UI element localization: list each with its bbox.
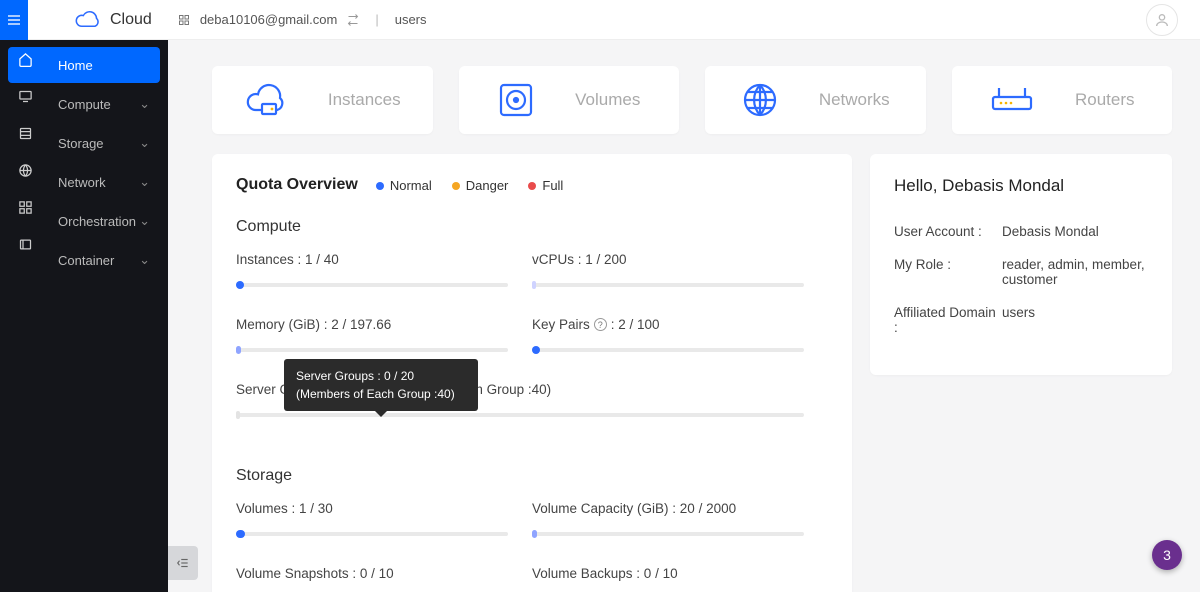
legend-normal: Normal	[376, 178, 432, 193]
info-user-account: User Account :Debasis Mondal	[894, 224, 1148, 239]
section-compute-title: Compute	[236, 218, 828, 236]
breadcrumb-scope: users	[395, 12, 427, 27]
section-storage-title: Storage	[236, 467, 828, 485]
card-label: Routers	[1075, 90, 1135, 110]
quota-overview-panel: Quota Overview Normal Danger Full Comput…	[212, 154, 852, 592]
collapse-icon	[176, 556, 190, 570]
chevron-down-icon: ⌄	[139, 252, 150, 268]
user-avatar-button[interactable]	[1146, 4, 1178, 36]
globe-icon	[741, 81, 779, 119]
card-label: Volumes	[575, 90, 640, 110]
card-routers[interactable]: Routers	[952, 66, 1173, 134]
router-icon	[989, 85, 1035, 115]
sidebar-collapse-button[interactable]	[168, 546, 198, 580]
notification-fab[interactable]: 3	[1152, 540, 1182, 570]
user-icon	[1154, 12, 1170, 28]
greeting: Hello, Debasis Mondal	[894, 176, 1148, 196]
sidebar-item-compute[interactable]: Compute ⌄	[8, 86, 160, 122]
chevron-down-icon: ⌄	[139, 96, 150, 112]
card-volumes[interactable]: Volumes	[459, 66, 680, 134]
breadcrumb-separator: |	[375, 12, 378, 27]
apps-icon	[178, 14, 190, 26]
chevron-down-icon: ⌄	[139, 174, 150, 190]
quota-memory: Memory (GiB) : 2 / 197.66 Server Groups …	[236, 317, 532, 352]
card-label: Networks	[819, 90, 890, 110]
sidebar-item-label: Container	[58, 253, 114, 268]
main-content: Instances Volumes Networks Routers Quota…	[168, 40, 1200, 592]
quota-legend: Normal Danger Full	[376, 178, 564, 193]
cloud-instance-icon	[244, 82, 288, 118]
quota-title: Quota Overview	[236, 176, 358, 194]
cloud-logo-icon	[74, 10, 102, 30]
sidebar: Home Compute ⌄ Storage ⌄ Network ⌄ Orche…	[0, 40, 168, 592]
swap-icon[interactable]	[347, 14, 359, 26]
sidebar-item-label: Compute	[58, 97, 111, 112]
quota-volumes: Volumes : 1 / 30	[236, 501, 532, 536]
menu-toggle-button[interactable]	[0, 0, 28, 40]
card-label: Instances	[328, 90, 401, 110]
sidebar-item-label: Orchestration	[58, 214, 136, 229]
brand-text: Cloud	[110, 11, 152, 29]
info-icon[interactable]: ?	[594, 318, 607, 331]
chevron-down-icon: ⌄	[139, 213, 150, 229]
sidebar-item-storage[interactable]: Storage ⌄	[8, 125, 160, 161]
quota-keypairs: Key Pairs ? : 2 / 100	[532, 317, 828, 352]
chevron-down-icon: ⌄	[139, 135, 150, 151]
quota-volume-snapshots: Volume Snapshots : 0 / 10	[236, 566, 532, 592]
sidebar-item-container[interactable]: Container ⌄	[8, 242, 160, 278]
quota-volume-capacity: Volume Capacity (GiB) : 20 / 2000	[532, 501, 828, 536]
sidebar-item-label: Storage	[58, 136, 104, 151]
card-instances[interactable]: Instances	[212, 66, 433, 134]
quota-instances: Instances : 1 / 40	[236, 252, 532, 287]
summary-cards: Instances Volumes Networks Routers	[212, 66, 1172, 134]
quota-vcpus: vCPUs : 1 / 200	[532, 252, 828, 287]
quota-volume-backups: Volume Backups : 0 / 10	[532, 566, 828, 592]
legend-danger: Danger	[452, 178, 509, 193]
breadcrumb-email[interactable]: deba10106@gmail.com	[200, 12, 338, 27]
sidebar-item-label: Network	[58, 175, 106, 190]
breadcrumb: deba10106@gmail.com | users	[178, 12, 427, 27]
sidebar-item-home[interactable]: Home	[8, 47, 160, 83]
legend-full: Full	[528, 178, 563, 193]
sidebar-item-label: Home	[58, 58, 93, 73]
info-my-role: My Role :reader, admin, member, customer	[894, 257, 1148, 287]
disk-icon	[497, 81, 535, 119]
quota-tooltip: Server Groups : 0 / 20 (Members of Each …	[284, 359, 478, 411]
sidebar-item-network[interactable]: Network ⌄	[8, 164, 160, 200]
info-affiliated-domain: Affiliated Domain :users	[894, 305, 1148, 335]
user-info-panel: Hello, Debasis Mondal User Account :Deba…	[870, 154, 1172, 375]
top-bar: Cloud deba10106@gmail.com | users	[0, 0, 1200, 40]
sidebar-item-orchestration[interactable]: Orchestration ⌄	[8, 203, 160, 239]
brand: Cloud	[28, 10, 172, 30]
card-networks[interactable]: Networks	[705, 66, 926, 134]
